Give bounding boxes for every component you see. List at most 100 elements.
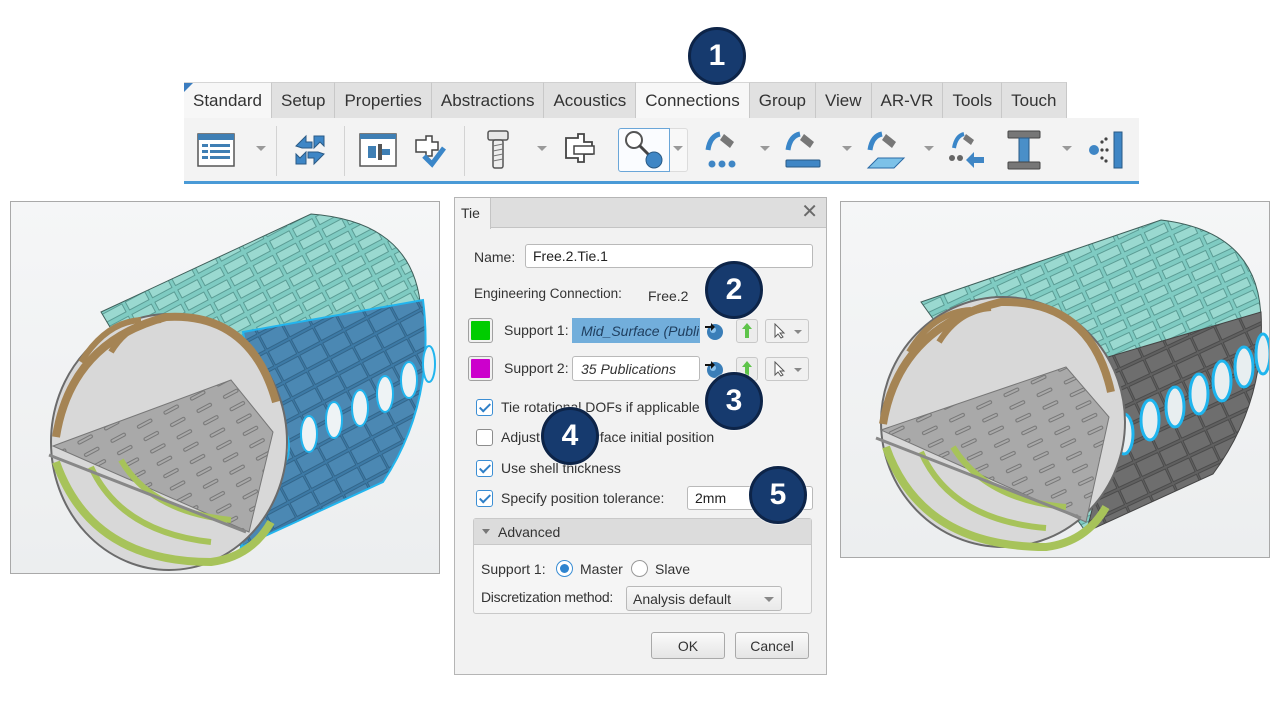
select-support1-icon[interactable]: [704, 321, 724, 341]
specification-tree-dropdown[interactable]: [256, 146, 266, 151]
viewport-right-support2-highlight[interactable]: [840, 201, 1270, 558]
point-fastener-icon: [705, 131, 736, 168]
chevron-down-icon: [794, 330, 802, 334]
support1-selection-mode-button[interactable]: [765, 319, 809, 343]
tie-button[interactable]: [618, 128, 670, 172]
chevron-down-icon: [794, 368, 802, 372]
advanced-section: Advanced Support 1: Master Slave Discret…: [473, 518, 812, 614]
tab-view[interactable]: View: [815, 82, 872, 118]
surface-fastener-button[interactable]: [864, 128, 908, 172]
beam-connection-dropdown[interactable]: [1062, 146, 1072, 151]
support1-publish-button[interactable]: [736, 319, 758, 343]
line-fastener-icon: [785, 131, 821, 168]
advanced-header[interactable]: Advanced: [474, 519, 811, 545]
publish-icon: [742, 323, 752, 338]
bolt-dropdown[interactable]: [537, 146, 547, 151]
clamp-button[interactable]: [558, 128, 602, 172]
master-radio[interactable]: [556, 560, 573, 577]
collapse-triangle-icon: [482, 529, 490, 534]
tab-touch[interactable]: Touch: [1002, 82, 1067, 118]
slave-radio[interactable]: [631, 560, 648, 577]
ribbon-tabs: Standard Setup Properties Abstractions A…: [184, 82, 1067, 118]
dialog-header: Tie ✕: [455, 198, 826, 229]
beam-connection-icon: [1007, 130, 1041, 170]
dialog-title-tab: Tie: [455, 198, 491, 229]
adjust-slave-surface-label: Adjust slave surface initial position: [501, 429, 715, 445]
bolt-button[interactable]: [476, 128, 520, 172]
support2-color: [471, 359, 490, 378]
adjust-slave-surface-checkbox[interactable]: [476, 429, 493, 446]
point-fastener-dropdown[interactable]: [760, 146, 770, 151]
position-tolerance-checkbox[interactable]: [476, 490, 493, 507]
tab-setup[interactable]: Setup: [272, 82, 336, 118]
support2-field[interactable]: 35 Publications: [572, 356, 700, 381]
fuselage-model-left: [48, 213, 436, 571]
engineering-connection-value: Free.2: [648, 288, 689, 304]
tie-dialog: Tie ✕ Name: Free.2.Tie.1 Engineering Con…: [454, 197, 827, 675]
fuselage-model-right: [875, 219, 1269, 552]
position-tolerance-label: Specify position tolerance:: [501, 490, 665, 506]
surface-fastener-dropdown[interactable]: [924, 146, 934, 151]
callout-1: 1: [688, 27, 746, 85]
bolt-icon: [487, 130, 509, 169]
ok-button[interactable]: OK: [651, 632, 725, 659]
cursor-arrow-icon: [774, 323, 786, 339]
support1-field[interactable]: Mid_Surface (Publications): [572, 318, 700, 343]
slave-radio-label: Slave: [655, 561, 691, 577]
cursor-arrow-icon: [774, 361, 786, 377]
update-button[interactable]: [288, 128, 332, 172]
callout-5: 5: [749, 466, 807, 524]
callout-3: 3: [705, 372, 763, 430]
connection-check-icon: [415, 135, 446, 168]
use-shell-thickness-checkbox[interactable]: [476, 460, 493, 477]
beam-connection-button[interactable]: [1002, 128, 1046, 172]
update-cycle-icon: [295, 134, 325, 166]
distant-connection-button[interactable]: [1084, 128, 1128, 172]
discretization-method-value: Analysis default: [633, 591, 732, 607]
viewport-left-support1-highlight[interactable]: [10, 201, 440, 574]
support2-color-swatch[interactable]: [468, 356, 493, 381]
tab-acoustics[interactable]: Acoustics: [544, 82, 637, 118]
support2-label: Support 2:: [504, 360, 569, 376]
tab-group[interactable]: Group: [749, 82, 816, 118]
cancel-button[interactable]: Cancel: [735, 632, 809, 659]
surface-fastener-icon: [866, 131, 906, 169]
tab-ar-vr[interactable]: AR-VR: [871, 82, 944, 118]
engineering-connection-icon: [359, 133, 397, 167]
tie-connection-icon: [625, 131, 663, 169]
point-fastener-button[interactable]: [702, 128, 746, 172]
support1-color-swatch[interactable]: [468, 318, 493, 343]
tab-connections[interactable]: Connections: [636, 82, 750, 118]
name-label: Name:: [474, 249, 516, 265]
name-input[interactable]: Free.2.Tie.1: [525, 244, 813, 268]
advanced-support1-label: Support 1:: [481, 561, 546, 577]
fastener-projection-button[interactable]: [944, 128, 988, 172]
engineering-connection-label: Engineering Connection:: [474, 286, 622, 301]
specification-tree-icon: [197, 133, 235, 167]
clamp-connection-icon: [565, 133, 595, 163]
tie-dropdown[interactable]: [670, 128, 688, 172]
tie-rotational-dofs-checkbox[interactable]: [476, 399, 493, 416]
ribbon-panel: [184, 118, 1139, 184]
connection-check-button[interactable]: [406, 128, 450, 172]
fastener-projection-icon: [949, 132, 984, 168]
tab-properties[interactable]: Properties: [335, 82, 432, 118]
tie-rotational-dofs-label: Tie rotational DOFs if applicable: [501, 399, 700, 415]
close-icon[interactable]: ✕: [801, 202, 818, 222]
tab-abstractions[interactable]: Abstractions: [431, 82, 545, 118]
advanced-title: Advanced: [498, 524, 561, 540]
line-fastener-dropdown[interactable]: [842, 146, 852, 151]
engineering-connection-button[interactable]: [356, 128, 400, 172]
support1-color: [471, 321, 490, 340]
callout-4: 4: [541, 407, 599, 465]
master-radio-label: Master: [580, 561, 623, 577]
support1-label: Support 1:: [504, 322, 569, 338]
chevron-down-icon: [764, 597, 774, 602]
support2-selection-mode-button[interactable]: [765, 357, 809, 381]
tab-standard[interactable]: Standard: [184, 82, 272, 118]
callout-2: 2: [705, 261, 763, 319]
line-fastener-button[interactable]: [782, 128, 826, 172]
discretization-method-select[interactable]: Analysis default: [626, 586, 782, 611]
specification-tree-button[interactable]: [194, 128, 238, 172]
tab-tools[interactable]: Tools: [943, 82, 1003, 118]
